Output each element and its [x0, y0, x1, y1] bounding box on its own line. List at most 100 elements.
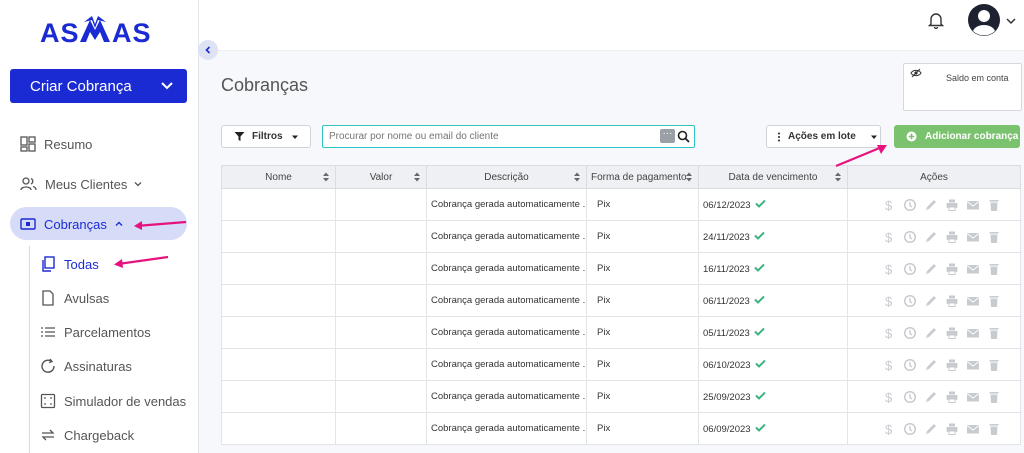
column-header-forma[interactable]: Forma de pagamento	[586, 165, 699, 189]
print-icon[interactable]	[945, 294, 959, 308]
calculator-icon	[40, 393, 56, 409]
print-icon[interactable]	[945, 262, 959, 276]
balance-card[interactable]: Saldo em conta	[903, 63, 1022, 111]
cell-acoes: $	[847, 252, 1021, 285]
pencil-icon[interactable]	[924, 262, 938, 276]
dollar-icon[interactable]: $	[882, 390, 896, 404]
print-icon[interactable]	[945, 230, 959, 244]
table-row[interactable]: Cobrança gerada automaticamente ... Pix 06…	[221, 412, 1021, 445]
header-label: Data de vencimento	[728, 171, 818, 183]
trash-icon[interactable]	[987, 326, 1001, 340]
clock-icon[interactable]	[903, 262, 917, 276]
table-row[interactable]: Cobrança gerada automaticamente ... Pix 24…	[221, 220, 1021, 253]
trash-icon[interactable]	[987, 390, 1001, 404]
mail-icon[interactable]	[966, 198, 980, 212]
dollar-icon[interactable]: $	[882, 262, 896, 276]
pencil-icon[interactable]	[924, 390, 938, 404]
sidebar-subitem-simulador[interactable]: Simulador de vendas	[40, 388, 186, 414]
cell-acoes: $	[847, 412, 1021, 445]
dollar-icon[interactable]: $	[882, 422, 896, 436]
print-icon[interactable]	[945, 422, 959, 436]
mail-icon[interactable]	[966, 262, 980, 276]
clock-icon[interactable]	[903, 422, 917, 436]
print-icon[interactable]	[945, 198, 959, 212]
dollar-icon[interactable]: $	[882, 230, 896, 244]
trash-icon[interactable]	[987, 262, 1001, 276]
column-header-data[interactable]: Data de vencimento	[698, 165, 848, 189]
table-row[interactable]: Cobrança gerada automaticamente ... Pix 06…	[221, 188, 1021, 221]
bell-icon[interactable]	[927, 11, 945, 29]
clock-icon[interactable]	[903, 326, 917, 340]
cell-data-vencimento: 06/11/2023	[698, 284, 848, 317]
avatar[interactable]	[967, 3, 1001, 37]
trash-icon[interactable]	[987, 294, 1001, 308]
mail-icon[interactable]	[966, 230, 980, 244]
sidebar-item-clientes[interactable]: Meus Clientes	[20, 170, 152, 198]
clock-icon[interactable]	[903, 294, 917, 308]
cell-valor	[335, 316, 427, 349]
table-row[interactable]: Cobrança gerada automaticamente ... Pix 06…	[221, 348, 1021, 381]
pencil-icon[interactable]	[924, 422, 938, 436]
column-header-nome[interactable]: Nome	[221, 165, 336, 189]
money-icon	[20, 218, 36, 230]
pencil-icon[interactable]	[924, 230, 938, 244]
search-icon[interactable]	[677, 130, 690, 143]
chevron-down-icon[interactable]	[1005, 15, 1017, 27]
filters-button[interactable]: Filtros	[221, 125, 311, 148]
column-header-descricao[interactable]: Descrição	[426, 165, 587, 189]
dashboard-icon	[20, 136, 36, 152]
trash-icon[interactable]	[987, 422, 1001, 436]
cell-data-vencimento: 06/12/2023	[698, 188, 848, 221]
clock-icon[interactable]	[903, 230, 917, 244]
mail-icon[interactable]	[966, 390, 980, 404]
table-row[interactable]: Cobrança gerada automaticamente ... Pix 06…	[221, 284, 1021, 317]
collapse-sidebar-button[interactable]	[198, 40, 218, 60]
dollar-icon[interactable]: $	[882, 358, 896, 372]
print-icon[interactable]	[945, 390, 959, 404]
sidebar-subitem-todas[interactable]: Todas	[40, 251, 99, 277]
check-icon	[754, 423, 766, 432]
check-icon	[754, 391, 766, 400]
dollar-icon[interactable]: $	[882, 198, 896, 212]
sidebar-item-cobrancas[interactable]: Cobranças	[20, 210, 133, 238]
table-row[interactable]: Cobrança gerada automaticamente ... Pix 25…	[221, 380, 1021, 413]
svg-text:$: $	[885, 358, 893, 372]
print-icon[interactable]	[945, 358, 959, 372]
trash-icon[interactable]	[987, 198, 1001, 212]
sidebar-item-resumo[interactable]: Resumo	[20, 130, 92, 158]
add-charge-button[interactable]: Adicionar cobrança	[894, 125, 1020, 148]
table-row[interactable]: Cobrança gerada automaticamente ... Pix 05…	[221, 316, 1021, 349]
create-charge-button[interactable]: Criar Cobrança	[10, 69, 187, 103]
clock-icon[interactable]	[903, 358, 917, 372]
mail-icon[interactable]	[966, 294, 980, 308]
pencil-icon[interactable]	[924, 358, 938, 372]
mail-icon[interactable]	[966, 358, 980, 372]
print-icon[interactable]	[945, 326, 959, 340]
clock-icon[interactable]	[903, 390, 917, 404]
trash-icon[interactable]	[987, 230, 1001, 244]
svg-text:$: $	[885, 230, 893, 244]
search-input[interactable]	[327, 126, 656, 147]
dollar-icon[interactable]: $	[882, 326, 896, 340]
cell-descricao: Cobrança gerada automaticamente ...	[426, 412, 587, 445]
cell-descricao: Cobrança gerada automaticamente ...	[426, 188, 587, 221]
sidebar-subitem-parcelamentos[interactable]: Parcelamentos	[40, 319, 151, 345]
more-options-icon[interactable]: ···	[660, 129, 675, 143]
trash-icon[interactable]	[987, 358, 1001, 372]
sidebar-subitem-avulsas[interactable]: Avulsas	[40, 285, 109, 311]
sidebar-subitem-chargeback[interactable]: Chargeback	[40, 422, 134, 448]
dollar-icon[interactable]: $	[882, 294, 896, 308]
mail-icon[interactable]	[966, 422, 980, 436]
svg-text:AS: AS	[112, 18, 152, 48]
sidebar-subitem-assinaturas[interactable]: Assinaturas	[40, 353, 132, 379]
table-row[interactable]: Cobrança gerada automaticamente ... Pix 16…	[221, 252, 1021, 285]
column-header-valor[interactable]: Valor	[335, 165, 427, 189]
asaas-logo[interactable]: AS AS	[40, 12, 155, 48]
mail-icon[interactable]	[966, 326, 980, 340]
pencil-icon[interactable]	[924, 294, 938, 308]
pencil-icon[interactable]	[924, 198, 938, 212]
clock-icon[interactable]	[903, 198, 917, 212]
svg-text:$: $	[885, 390, 893, 404]
sidebar-subitem-label: Simulador de vendas	[64, 393, 187, 409]
pencil-icon[interactable]	[924, 326, 938, 340]
